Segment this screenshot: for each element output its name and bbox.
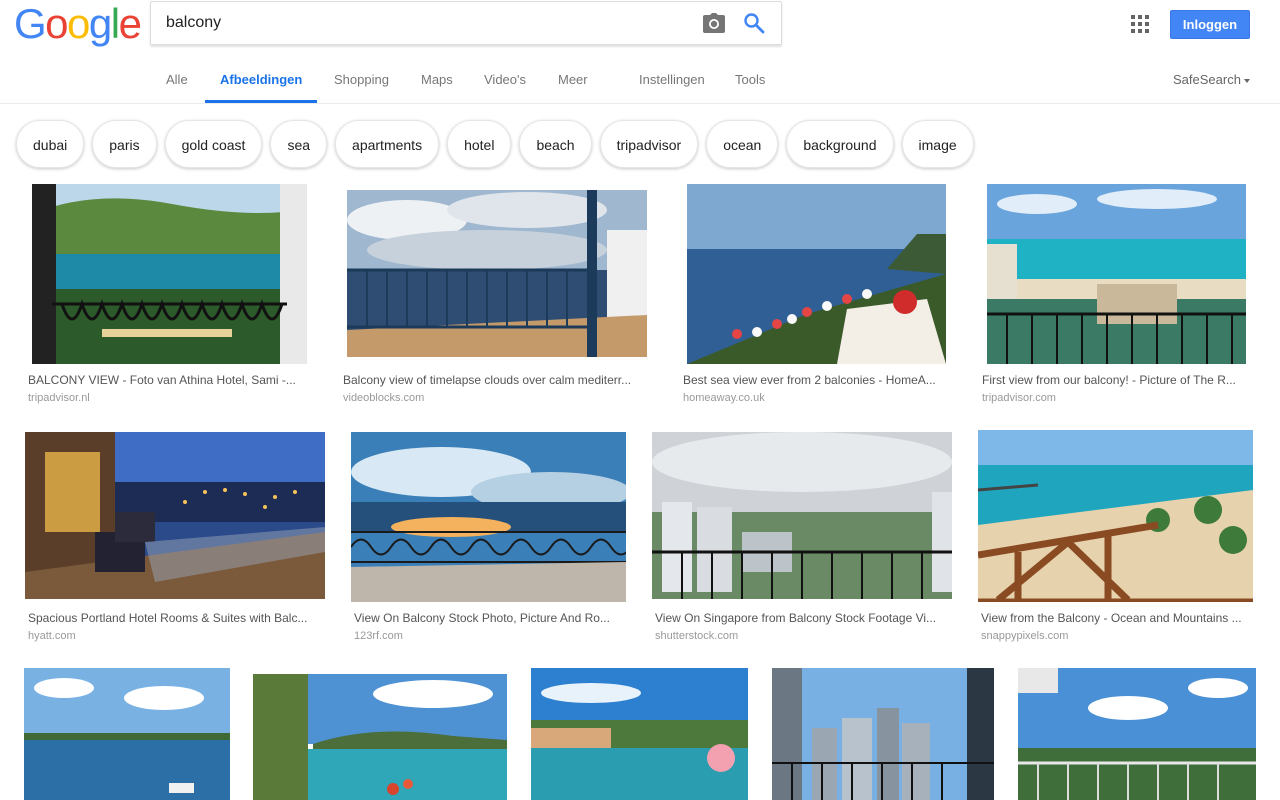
result-thumbnail[interactable] — [652, 432, 952, 599]
related-searches: dubai paris gold coast sea apartments ho… — [16, 120, 974, 168]
image-result[interactable]: BALCONY VIEW - Foto van Athina Hotel, Sa… — [24, 184, 314, 410]
image-result[interactable]: Spacious Portland Hotel Rooms & Suites w… — [24, 432, 326, 648]
image-result[interactable]: View On Singapore from Balcony Stock Foo… — [651, 432, 952, 648]
chip-dubai[interactable]: dubai — [16, 120, 85, 168]
chip-hotel[interactable]: hotel — [447, 120, 512, 168]
chip-tripadvisor[interactable]: tripadvisor — [599, 120, 699, 168]
safesearch-dropdown[interactable]: SafeSearch — [1173, 72, 1250, 87]
logo-letter: G — [14, 0, 47, 47]
image-result[interactable] — [531, 668, 748, 800]
result-title[interactable]: Balcony view of timelapse clouds over ca… — [343, 373, 650, 387]
chip-apartments[interactable]: apartments — [335, 120, 440, 168]
result-source[interactable]: tripadvisor.nl — [28, 392, 90, 404]
tab-tools[interactable]: Tools — [735, 60, 765, 103]
caret-down-icon — [1243, 78, 1250, 83]
search-tabs: Alle Afbeeldingen Shopping Maps Video's … — [0, 60, 1280, 104]
result-source[interactable]: snappypixels.com — [981, 630, 1068, 642]
chip-ocean[interactable]: ocean — [706, 120, 779, 168]
magnifier-icon[interactable] — [743, 12, 765, 34]
result-thumbnail[interactable] — [25, 432, 325, 599]
tab-images[interactable]: Afbeeldingen — [205, 60, 318, 103]
image-result[interactable]: Balcony view of timelapse clouds over ca… — [339, 184, 654, 410]
result-title[interactable]: Best sea view ever from 2 balconies - Ho… — [683, 373, 949, 387]
result-title[interactable]: View from the Balcony - Ocean and Mounta… — [981, 611, 1251, 625]
tab-videos[interactable]: Video's — [484, 60, 526, 103]
google-logo[interactable]: Google — [14, 0, 142, 47]
result-source[interactable]: videoblocks.com — [343, 392, 424, 404]
chip-image[interactable]: image — [901, 120, 974, 168]
result-title[interactable]: BALCONY VIEW - Foto van Athina Hotel, Sa… — [28, 373, 310, 387]
chip-beach[interactable]: beach — [519, 120, 592, 168]
result-thumbnail[interactable] — [253, 674, 507, 800]
search-box — [150, 1, 782, 45]
result-thumbnail[interactable] — [347, 190, 647, 357]
result-source[interactable]: shutterstock.com — [655, 630, 738, 642]
image-result[interactable] — [253, 668, 507, 800]
image-result[interactable] — [24, 668, 230, 800]
tab-all[interactable]: Alle — [166, 60, 188, 103]
logo-letter: g — [88, 0, 112, 47]
logo-letter: e — [118, 0, 142, 47]
image-result[interactable]: View from the Balcony - Ocean and Mounta… — [977, 430, 1255, 648]
result-title[interactable]: View On Singapore from Balcony Stock Foo… — [655, 611, 949, 625]
result-source[interactable]: tripadvisor.com — [982, 392, 1056, 404]
safesearch-label: SafeSearch — [1173, 72, 1241, 87]
image-result[interactable]: View On Balcony Stock Photo, Picture And… — [350, 432, 627, 648]
result-thumbnail[interactable] — [987, 184, 1246, 364]
chip-paris[interactable]: paris — [92, 120, 157, 168]
result-thumbnail[interactable] — [772, 668, 994, 800]
logo-letter: o — [45, 0, 68, 47]
result-thumbnail[interactable] — [531, 668, 748, 800]
result-source[interactable]: 123rf.com — [354, 630, 403, 642]
image-result[interactable] — [772, 668, 994, 800]
tab-shopping[interactable]: Shopping — [334, 60, 389, 103]
tab-maps[interactable]: Maps — [421, 60, 453, 103]
logo-letter: o — [67, 0, 90, 47]
logo-letter: l — [110, 0, 120, 47]
apps-grid-icon[interactable] — [1131, 15, 1149, 33]
result-title[interactable]: View On Balcony Stock Photo, Picture And… — [354, 611, 624, 625]
result-thumbnail[interactable] — [24, 668, 230, 800]
image-result[interactable] — [1018, 668, 1256, 800]
chip-sea[interactable]: sea — [270, 120, 328, 168]
image-result[interactable]: Best sea view ever from 2 balconies - Ho… — [679, 184, 954, 410]
image-result[interactable]: First view from our balcony! - Picture o… — [978, 184, 1256, 410]
result-title[interactable]: First view from our balcony! - Picture o… — [982, 373, 1252, 387]
search-input[interactable] — [166, 2, 686, 44]
login-button[interactable]: Inloggen — [1170, 10, 1250, 39]
tab-settings[interactable]: Instellingen — [639, 60, 705, 103]
result-title[interactable]: Spacious Portland Hotel Rooms & Suites w… — [28, 611, 322, 625]
result-thumbnail[interactable] — [687, 184, 946, 364]
tab-more[interactable]: Meer — [558, 60, 588, 103]
result-thumbnail[interactable] — [351, 432, 626, 602]
result-thumbnail[interactable] — [32, 184, 307, 364]
chip-background[interactable]: background — [786, 120, 894, 168]
camera-icon[interactable] — [703, 13, 725, 33]
result-source[interactable]: homeaway.co.uk — [683, 392, 765, 404]
result-source[interactable]: hyatt.com — [28, 630, 76, 642]
result-thumbnail[interactable] — [1018, 668, 1256, 800]
chip-gold-coast[interactable]: gold coast — [164, 120, 263, 168]
result-thumbnail[interactable] — [978, 430, 1253, 602]
